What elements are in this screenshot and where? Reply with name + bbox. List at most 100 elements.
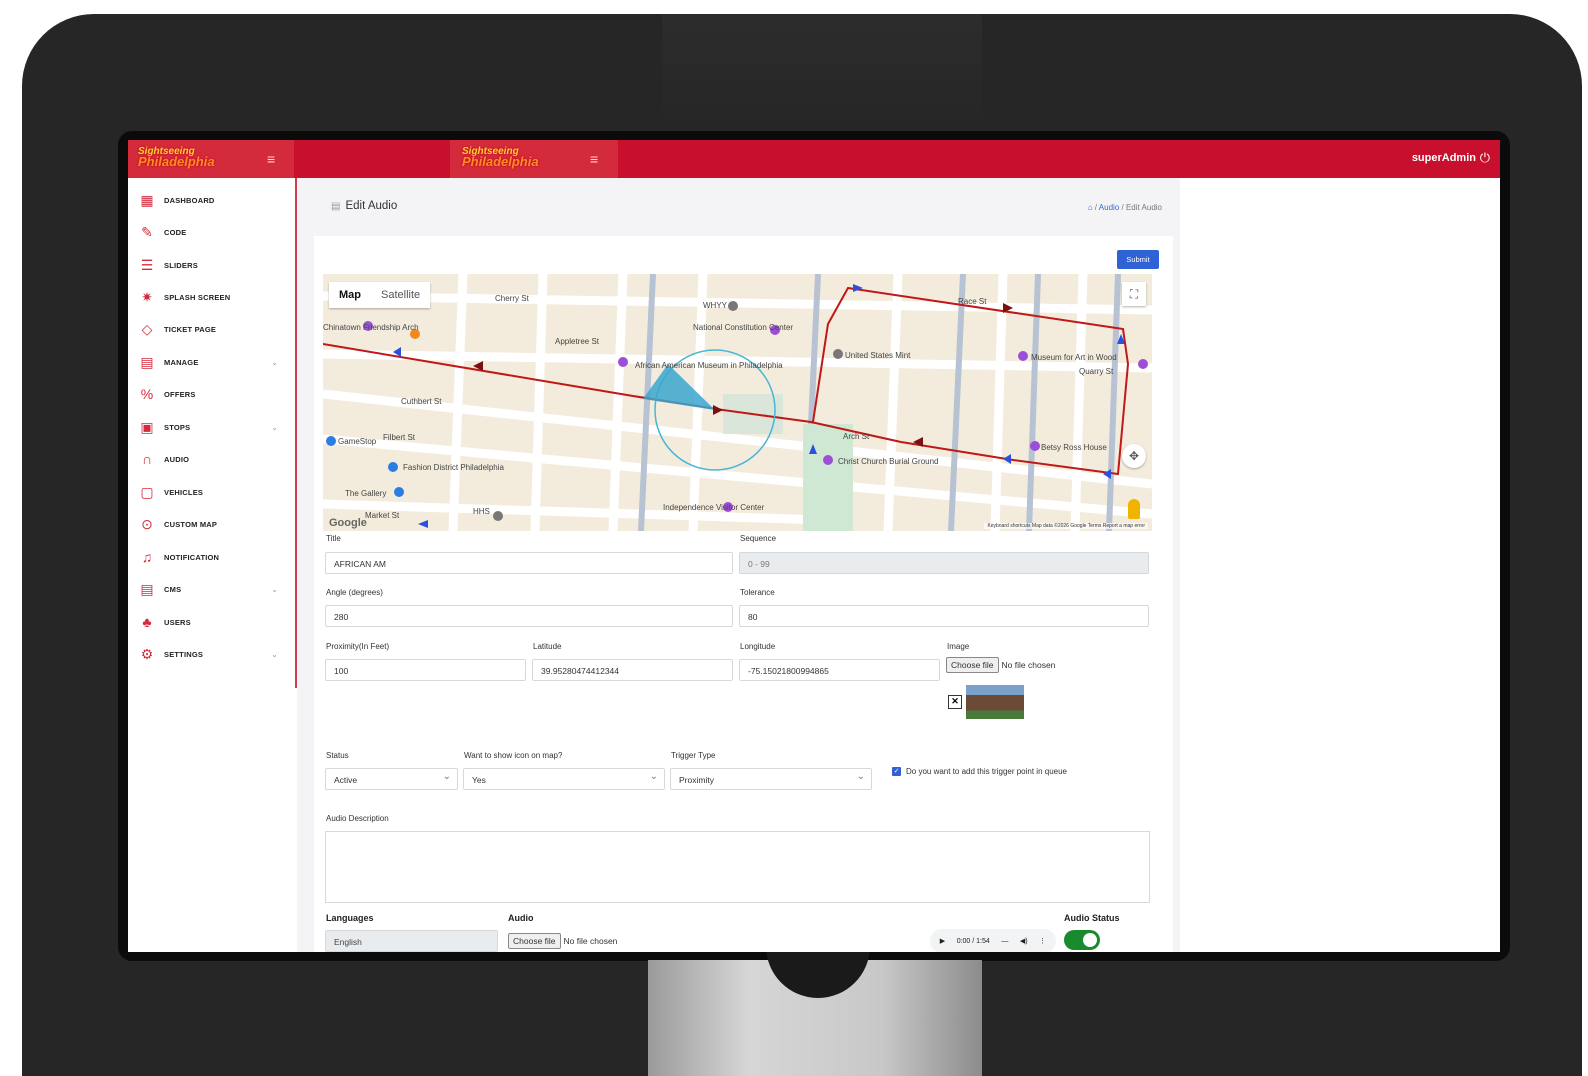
logo[interactable]: Sightseeing Philadelphia [138, 147, 215, 169]
pegman-icon[interactable] [1128, 499, 1140, 519]
settings-icon: ⚙ [140, 646, 154, 662]
dashboard-icon: ▦ [140, 192, 154, 208]
offers-icon: % [140, 386, 154, 402]
volume-icon[interactable]: ◀) [1020, 937, 1028, 945]
status-label: Status [326, 751, 349, 760]
splash-icon: ✷ [141, 289, 153, 305]
audio-choose-file-button[interactable]: Choose file [508, 933, 561, 949]
sidebar-item-vehicles[interactable]: ▢ VEHICLES [138, 480, 288, 504]
chevron-down-icon: ⌄ [271, 584, 278, 594]
map-label: The Gallery [345, 489, 386, 498]
sidebar-item-label: USERS [164, 617, 191, 627]
code-icon: ✎ [141, 224, 153, 240]
trigger-type-select[interactable]: Proximity [670, 766, 872, 790]
sidebar-item-ticket-page[interactable]: ◇ TICKET PAGE [138, 317, 288, 341]
logo-line2: Philadelphia [462, 154, 539, 169]
sidebar-item-users[interactable]: ♣ USERS [138, 610, 288, 634]
latitude-input[interactable]: 39.95280474412344 [532, 659, 733, 681]
audio-player[interactable]: ▶ 0:00 / 1:54 — ◀) ⋮ [930, 929, 1056, 952]
map-label: Christ Church Burial Ground [838, 457, 938, 466]
map-label: Chinatown Friendship Arch [323, 323, 419, 332]
pan-control-icon[interactable]: ✥ [1122, 444, 1146, 468]
proximity-input[interactable]: 100 [325, 659, 526, 681]
map-type-map[interactable]: Map [329, 282, 371, 308]
image-file-input[interactable]: Choose file No file chosen [946, 657, 1055, 673]
show-icon-select[interactable]: Yes [463, 766, 665, 790]
sidebar-item-label: SLIDERS [164, 260, 198, 270]
play-icon[interactable]: ▶ [940, 937, 945, 945]
sidebar-item-audio[interactable]: ∩ AUDIO [138, 447, 288, 471]
home-icon[interactable]: ⌂ [1088, 203, 1093, 212]
sidebar-item-manage[interactable]: ▤ MANAGE ⌄ [138, 350, 288, 374]
cms-icon: ▤ [140, 581, 154, 597]
map-label: Quarry St [1079, 367, 1114, 376]
sidebar-item-label: OFFERS [164, 389, 196, 399]
breadcrumb-sep: / [1121, 203, 1124, 212]
queue-checkbox[interactable]: ✓ Do you want to add this trigger point i… [892, 767, 1067, 776]
language-english: English [325, 930, 498, 952]
audio-description-textarea[interactable] [325, 831, 1150, 903]
sidebar-item-splash-screen[interactable]: ✷ SPLASH SCREEN [138, 285, 288, 309]
sidebar-item-settings[interactable]: ⚙ SETTINGS ⌄ [138, 642, 288, 666]
map[interactable]: Cherry St WHYY National Constitution Cen… [323, 274, 1152, 531]
brand-block-secondary: Sightseeing Philadelphia ≡ [450, 140, 618, 178]
headphones-icon: ∩ [141, 451, 153, 467]
user-name[interactable]: superAdmin [1412, 152, 1476, 164]
more-options-icon[interactable]: ⋮ [1039, 937, 1046, 945]
map-pin-icon: ⊙ [141, 516, 153, 532]
power-icon[interactable]: ⏻ [1480, 150, 1490, 166]
sidebar-item-dashboard[interactable]: ▦ DASHBOARD [138, 188, 288, 212]
map-footer[interactable]: Keyboard shortcuts Map data ©2026 Google… [984, 523, 1148, 529]
queue-label: Do you want to add this trigger point in… [906, 767, 1067, 776]
logo-secondary[interactable]: Sightseeing Philadelphia [462, 147, 539, 169]
longitude-label: Longitude [740, 642, 776, 651]
sidebar-item-cms[interactable]: ▤ CMS ⌄ [138, 577, 288, 601]
users-icon: ♣ [142, 614, 152, 630]
map-label: United States Mint [845, 351, 911, 360]
tolerance-label: Tolerance [740, 588, 775, 597]
tolerance-input[interactable]: 80 [739, 605, 1149, 627]
map-label: Independence Visitor Center [663, 503, 765, 512]
sequence-input[interactable]: 0 - 99 [739, 552, 1149, 574]
map-type-control: Map Satellite [329, 282, 431, 308]
menu-toggle-icon[interactable]: ≡ [267, 152, 280, 166]
sidebar-item-sliders[interactable]: ☰ SLIDERS [138, 253, 288, 277]
audio-status-toggle[interactable] [1064, 930, 1100, 950]
latitude-label: Latitude [533, 642, 562, 651]
sidebar-item-custom-map[interactable]: ⊙ CUSTOM MAP [138, 512, 288, 536]
page-title: ▤ Edit Audio [331, 200, 397, 212]
submit-button[interactable]: Submit [1117, 250, 1159, 269]
stops-icon: ▣ [140, 419, 154, 435]
menu-toggle-icon[interactable]: ≡ [590, 152, 603, 166]
sidebar-item-label: CODE [164, 227, 187, 237]
fullscreen-icon[interactable]: ⛶ [1122, 282, 1146, 306]
map-type-satellite[interactable]: Satellite [371, 282, 430, 308]
sidebar-item-notification[interactable]: ♫ NOTIFICATION [138, 545, 288, 569]
audio-header: Audio [508, 913, 534, 923]
map-label: Museum for Art in Wood [1031, 353, 1117, 362]
title-input[interactable]: AFRICAN AM [325, 552, 733, 574]
page-title-text: Edit Audio [345, 200, 398, 212]
seek-bar[interactable]: — [1001, 938, 1008, 945]
sidebar-item-code[interactable]: ✎ CODE [138, 220, 288, 244]
chevron-down-icon: ⌄ [271, 649, 278, 659]
map-label: Fashion District Philadelphia [403, 463, 504, 472]
sequence-label: Sequence [740, 534, 777, 543]
remove-image-icon[interactable]: ✕ [948, 695, 962, 709]
languages-header: Languages [326, 913, 374, 923]
breadcrumb-audio[interactable]: Audio [1099, 203, 1119, 212]
bell-icon: ♫ [141, 549, 153, 565]
proximity-label: Proximity(In Feet) [326, 642, 390, 651]
image-choose-file-button[interactable]: Choose file [946, 657, 999, 673]
sidebar-item-label: SPLASH SCREEN [164, 292, 231, 302]
sliders-icon: ☰ [140, 257, 154, 273]
longitude-input[interactable]: -75.15021800994865 [739, 659, 940, 681]
sidebar-item-label: AUDIO [164, 454, 190, 464]
brand-block: Sightseeing Philadelphia ≡ [128, 140, 294, 178]
sidebar-item-offers[interactable]: % OFFERS [138, 382, 288, 406]
audio-file-input[interactable]: Choose file No file chosen [508, 933, 617, 949]
sidebar-item-stops[interactable]: ▣ STOPS ⌄ [138, 415, 288, 439]
angle-input[interactable]: 280 [325, 605, 733, 627]
status-select[interactable]: Active [325, 766, 458, 790]
sidebar-item-label: CUSTOM MAP [164, 519, 218, 529]
